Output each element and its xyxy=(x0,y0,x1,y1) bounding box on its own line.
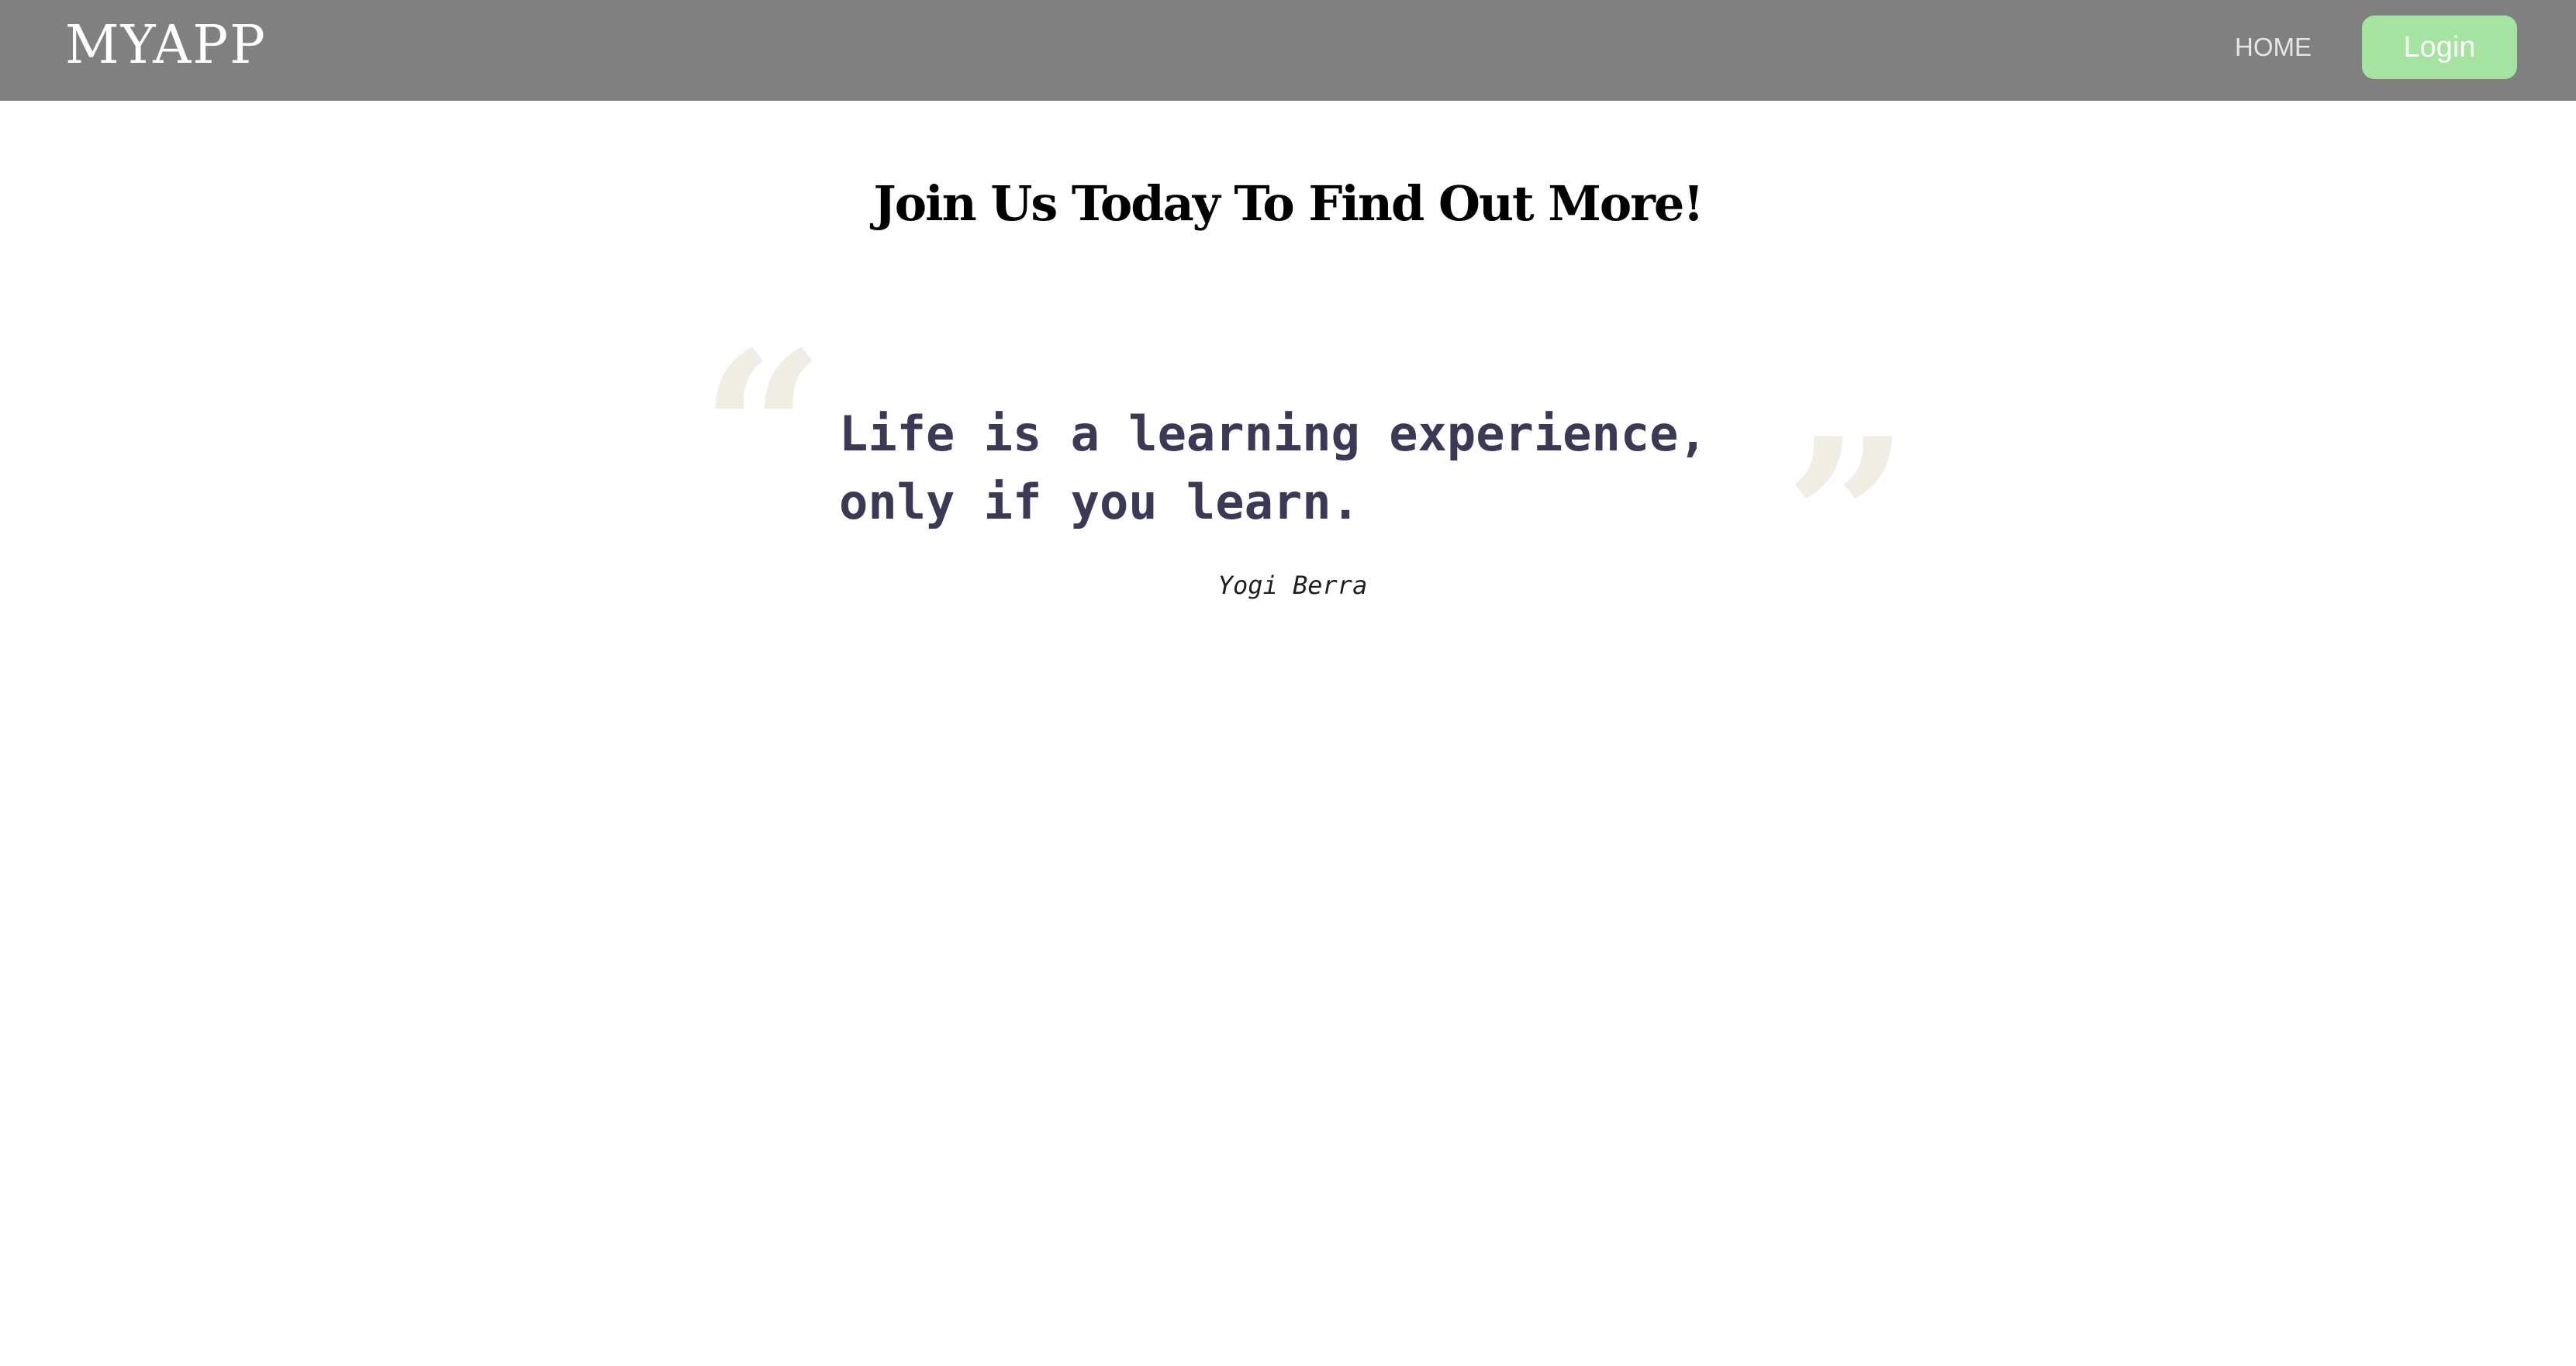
quote-text: Life is a learning experience, only if y… xyxy=(839,400,1731,536)
nav-home-link[interactable]: HOME xyxy=(2235,26,2312,69)
quote-line-1: Life is a learning experience, xyxy=(839,405,1708,462)
top-navbar: MYAPP HOME Login xyxy=(0,0,2576,101)
brand-logo[interactable]: MYAPP xyxy=(65,11,267,81)
login-button[interactable]: Login xyxy=(2362,16,2517,79)
quote-author: Yogi Berra xyxy=(1217,571,1368,600)
open-quote-icon: “ xyxy=(700,305,826,560)
page-headline: Join Us Today To Find Out More! xyxy=(873,175,1704,232)
quote-line-2: only if you learn. xyxy=(839,474,1360,530)
